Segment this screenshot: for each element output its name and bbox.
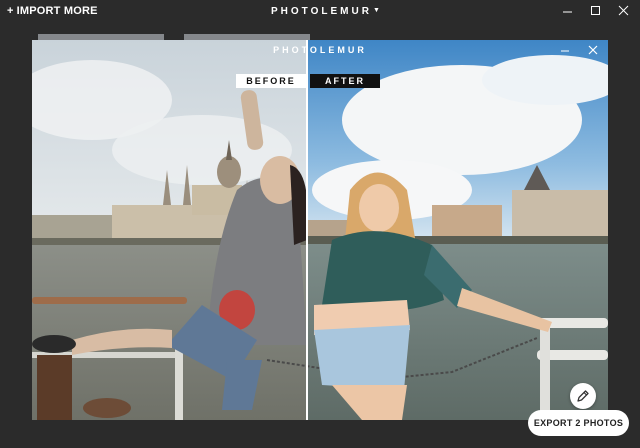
after-label: AFTER [310, 74, 380, 88]
close-icon [588, 45, 598, 55]
plus-icon: + [7, 5, 14, 17]
maximize-icon [591, 6, 600, 15]
pencil-icon [577, 390, 589, 402]
app-title: PHOTOLEMUR [271, 6, 372, 17]
export-photos-button[interactable]: EXPORT 2 PHOTOS [528, 410, 629, 436]
caret-down-icon: ▼ [372, 7, 380, 14]
photo-watermark-title: PHOTOLEMUR [273, 45, 367, 55]
top-bar: + IMPORT MORE PHOTOLEMUR▼ [0, 0, 640, 24]
close-button[interactable] [616, 4, 632, 18]
minimize-button[interactable] [560, 4, 576, 18]
preview-close-button[interactable] [586, 43, 600, 57]
before-after-preview[interactable]: PHOTOLEMUR BEFORE AFTER [32, 40, 608, 420]
minimize-icon [563, 11, 572, 13]
import-more-button[interactable]: + IMPORT MORE [7, 5, 98, 17]
edit-button[interactable] [570, 383, 596, 409]
before-label: BEFORE [236, 74, 306, 88]
before-after-split-handle[interactable] [306, 40, 308, 420]
app-title-menu[interactable]: PHOTOLEMUR▼ [271, 6, 380, 17]
photo-image [32, 40, 608, 420]
import-more-label: IMPORT MORE [16, 5, 98, 17]
close-icon [618, 5, 629, 16]
preview-minimize-button[interactable] [558, 43, 572, 57]
minimize-icon [561, 50, 569, 52]
maximize-button[interactable] [588, 4, 604, 18]
